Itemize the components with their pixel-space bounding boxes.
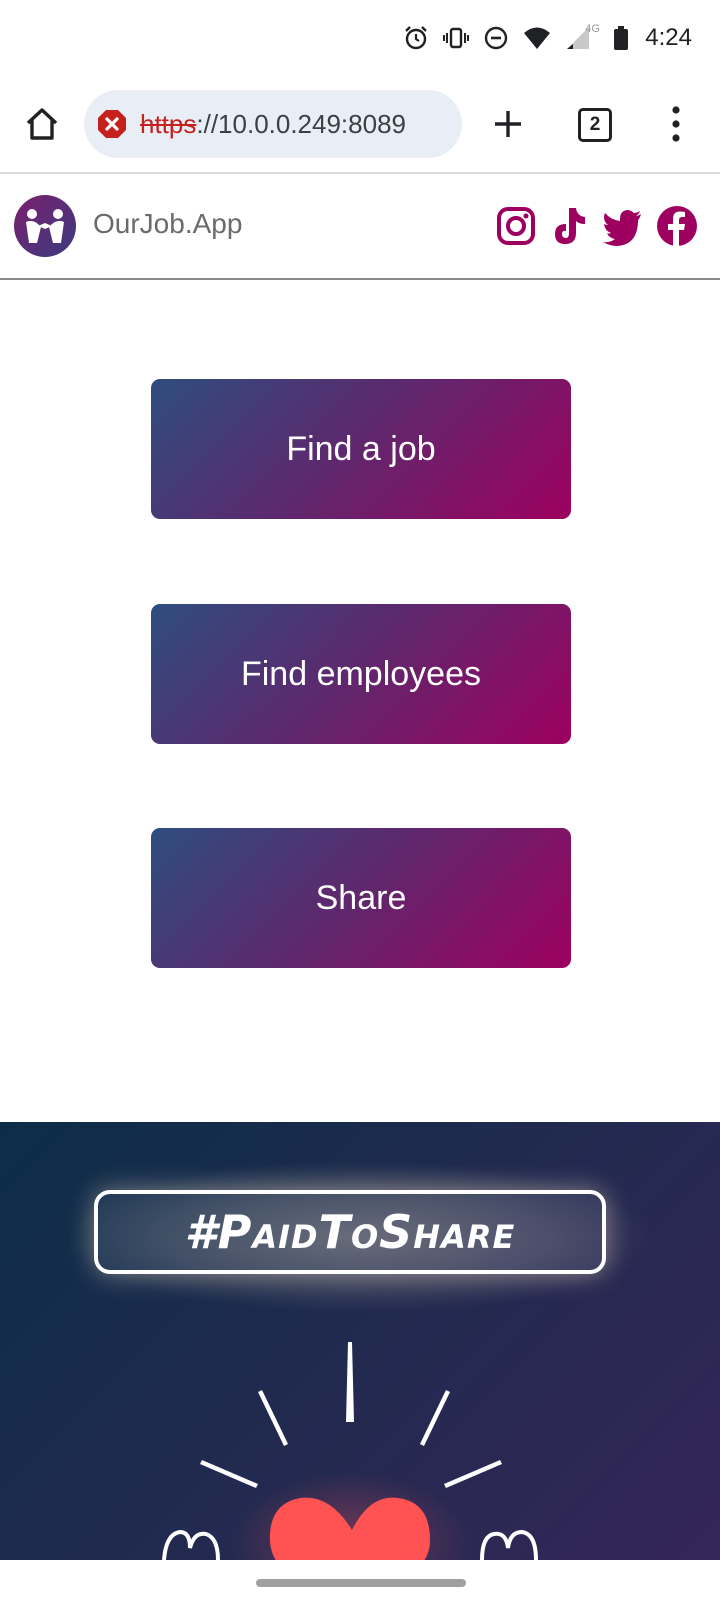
url-text: https://10.0.0.249:8089 bbox=[140, 109, 406, 140]
do-not-disturb-icon bbox=[483, 25, 509, 51]
home-icon bbox=[26, 108, 58, 140]
gesture-area bbox=[0, 1560, 720, 1600]
network-type-label: 4G bbox=[585, 23, 600, 35]
not-secure-icon bbox=[98, 110, 126, 138]
battery-icon bbox=[613, 25, 629, 51]
browser-toolbar: https://10.0.0.249:8089 2 bbox=[0, 76, 720, 174]
plus-icon bbox=[495, 111, 521, 137]
site-name[interactable]: OurJob.App bbox=[93, 208, 242, 240]
gesture-handle[interactable] bbox=[256, 1579, 466, 1587]
status-time: 4:24 bbox=[645, 24, 692, 51]
tab-switcher-button[interactable]: 2 bbox=[578, 108, 612, 142]
ourjob-logo-icon[interactable] bbox=[14, 195, 76, 257]
heart-icon bbox=[162, 1342, 538, 1560]
tiktok-icon[interactable] bbox=[547, 204, 591, 248]
share-button[interactable]: Share bbox=[151, 828, 571, 968]
find-employees-button[interactable]: Find employees bbox=[151, 604, 571, 744]
instagram-icon[interactable] bbox=[494, 204, 538, 248]
url-scheme: https bbox=[140, 108, 197, 139]
vibrate-icon bbox=[443, 25, 470, 51]
paid-to-share-banner[interactable]: #PaidToShare bbox=[0, 1122, 720, 1560]
site-header: OurJob.App bbox=[0, 174, 720, 280]
alarm-icon bbox=[403, 25, 429, 51]
address-bar[interactable]: https://10.0.0.249:8089 bbox=[84, 90, 462, 158]
twitter-icon[interactable] bbox=[600, 204, 644, 248]
url-host: ://10.0.0.249:8089 bbox=[196, 108, 406, 139]
more-vert-icon[interactable] bbox=[664, 102, 688, 146]
status-icons: 4G 4:24 bbox=[403, 20, 692, 56]
facebook-icon[interactable] bbox=[655, 204, 699, 248]
find-job-button[interactable]: Find a job bbox=[151, 379, 571, 519]
status-bar: 4G 4:24 bbox=[0, 0, 720, 76]
home-button[interactable] bbox=[22, 104, 62, 144]
new-tab-button[interactable] bbox=[488, 104, 528, 144]
wifi-icon bbox=[523, 25, 551, 51]
signal-icon: 4G bbox=[565, 23, 600, 51]
